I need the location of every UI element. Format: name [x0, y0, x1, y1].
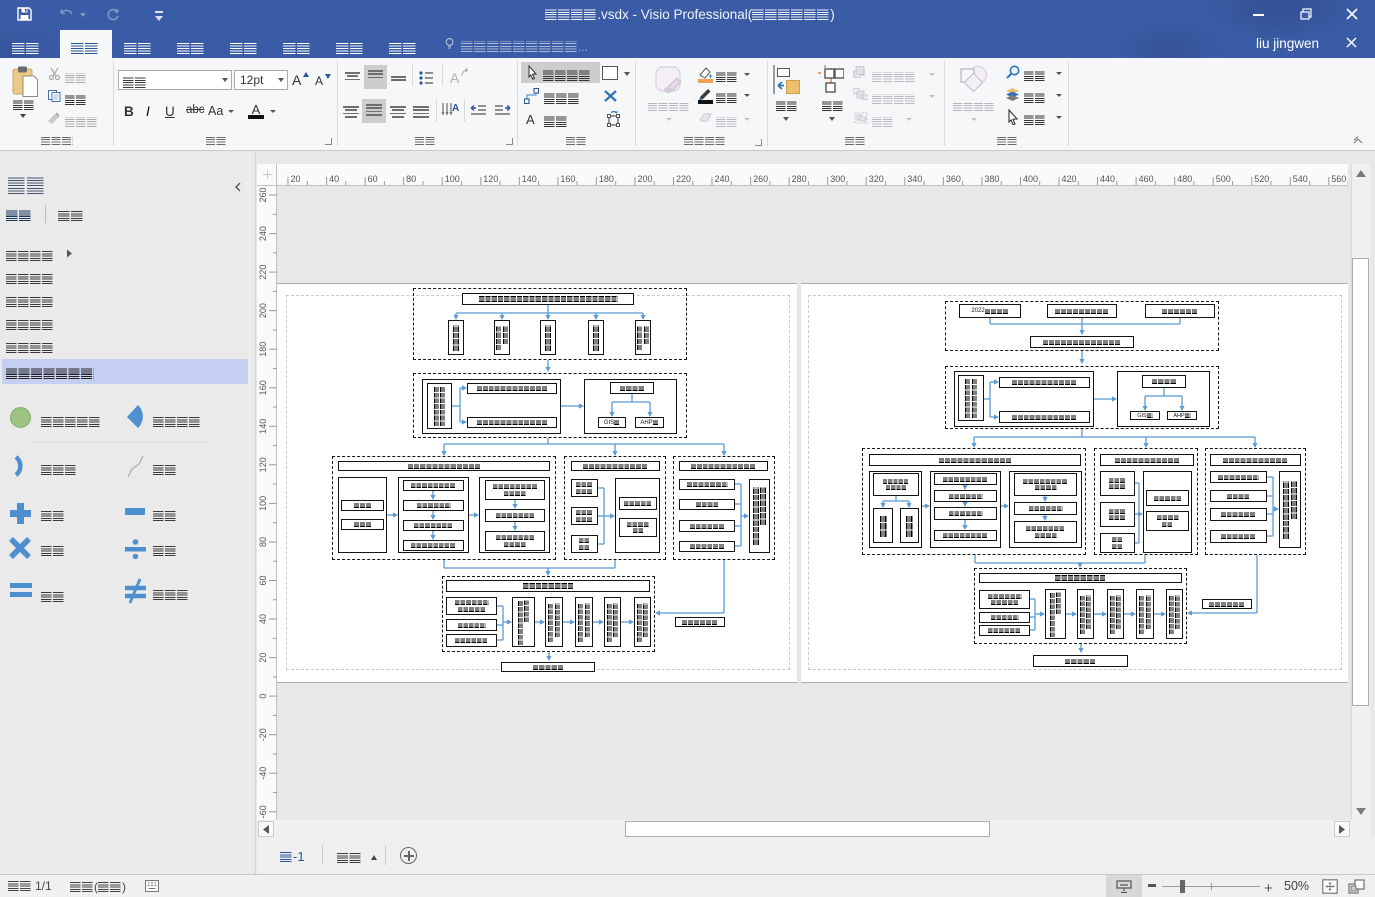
svg-text:160: 160	[560, 174, 575, 184]
svg-text:-40: -40	[258, 767, 268, 780]
svg-text:260: 260	[753, 174, 768, 184]
svg-text:-60: -60	[258, 805, 268, 818]
svg-text:100: 100	[445, 174, 460, 184]
svg-text:480: 480	[1177, 174, 1192, 184]
svg-text:320: 320	[869, 174, 884, 184]
svg-text:0: 0	[258, 694, 268, 699]
svg-text:140: 140	[522, 174, 537, 184]
svg-text:-20: -20	[258, 728, 268, 741]
svg-text:220: 220	[258, 265, 268, 280]
svg-text:240: 240	[258, 226, 268, 241]
svg-text:520: 520	[1254, 174, 1269, 184]
svg-text:80: 80	[258, 537, 268, 547]
svg-text:360: 360	[946, 174, 961, 184]
svg-text:80: 80	[406, 174, 416, 184]
svg-text:380: 380	[984, 174, 999, 184]
svg-text:60: 60	[258, 575, 268, 585]
svg-text:460: 460	[1139, 174, 1154, 184]
svg-text:220: 220	[676, 174, 691, 184]
svg-text:560: 560	[1331, 174, 1346, 184]
svg-text:300: 300	[830, 174, 845, 184]
svg-text:420: 420	[1062, 174, 1077, 184]
svg-text:180: 180	[258, 342, 268, 357]
svg-text:280: 280	[792, 174, 807, 184]
svg-text:20: 20	[291, 174, 301, 184]
svg-text:240: 240	[715, 174, 730, 184]
svg-text:440: 440	[1100, 174, 1115, 184]
svg-text:120: 120	[258, 457, 268, 472]
svg-text:180: 180	[599, 174, 614, 184]
svg-text:340: 340	[907, 174, 922, 184]
svg-text:400: 400	[1023, 174, 1038, 184]
svg-text:A: A	[452, 103, 459, 114]
svg-text:200: 200	[638, 174, 653, 184]
svg-text:540: 540	[1293, 174, 1308, 184]
svg-text:100: 100	[258, 496, 268, 511]
svg-text:120: 120	[483, 174, 498, 184]
svg-text:500: 500	[1216, 174, 1231, 184]
svg-text:40: 40	[258, 614, 268, 624]
svg-text:160: 160	[258, 380, 268, 395]
svg-text:60: 60	[368, 174, 378, 184]
svg-text:260: 260	[258, 187, 268, 202]
svg-text:200: 200	[258, 303, 268, 318]
svg-text:140: 140	[258, 419, 268, 434]
svg-text:20: 20	[258, 653, 268, 663]
svg-text:40: 40	[329, 174, 339, 184]
